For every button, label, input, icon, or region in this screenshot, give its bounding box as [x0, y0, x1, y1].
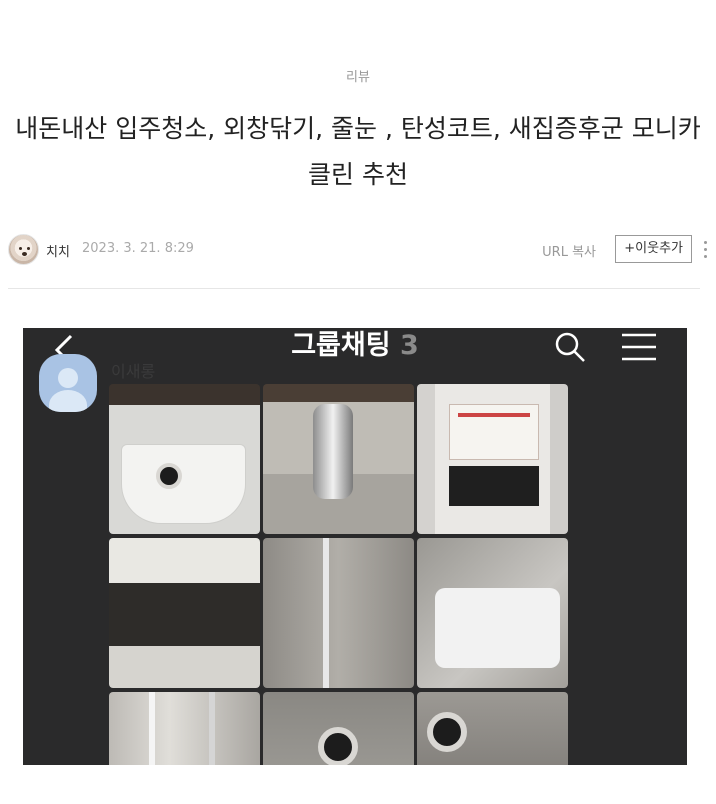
post-category[interactable]: 리뷰 — [0, 66, 716, 85]
photo-faucet — [263, 384, 414, 534]
photo-floor-drain — [263, 692, 414, 765]
chat-title-text: 그룹채팅 — [291, 330, 391, 361]
photo-cabinet — [109, 538, 260, 688]
photo-notice-sign — [417, 384, 568, 534]
photo-door-frame — [109, 692, 260, 765]
photo-sink — [109, 384, 260, 534]
more-options-icon[interactable] — [702, 239, 708, 261]
divider — [8, 288, 700, 289]
photo-shower-rail — [263, 538, 414, 688]
photo-shower-mixer — [417, 538, 568, 688]
photo-floor-drain-2 — [417, 692, 568, 765]
member-avatar — [39, 354, 97, 412]
post-date: 2023. 3. 21. 8:29 — [82, 241, 194, 256]
post-meta: 치치 2023. 3. 21. 8:29 URL 복사 +이웃추가 — [8, 233, 708, 267]
member-count: 3 — [399, 330, 419, 361]
author-avatar[interactable] — [8, 234, 39, 265]
member-name: 이새롱 — [111, 362, 156, 381]
post-image[interactable]: 그룹채팅 3 이새롱 — [23, 328, 687, 765]
menu-icon — [622, 333, 656, 361]
add-neighbor-button[interactable]: +이웃추가 — [615, 235, 692, 263]
author-name[interactable]: 치치 — [46, 241, 70, 260]
post-title: 내돈내산 입주청소, 외창닦기, 줄눈 , 탄성코트, 새집증후군 모니카 클린… — [15, 114, 701, 189]
url-copy-button[interactable]: URL 복사 — [542, 241, 596, 260]
search-icon — [555, 332, 585, 362]
